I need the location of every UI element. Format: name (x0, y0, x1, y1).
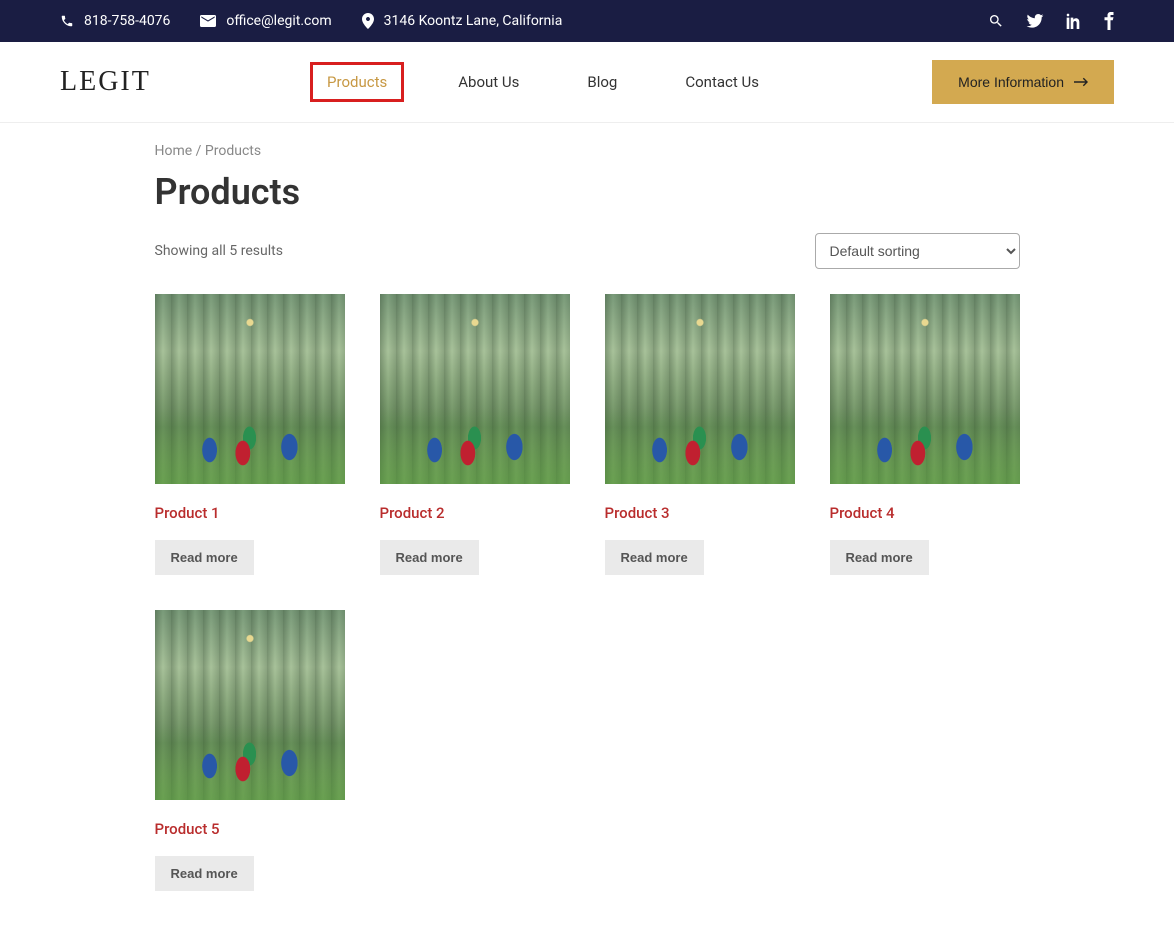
result-count: Showing all 5 results (155, 243, 283, 259)
product-image (830, 294, 1020, 484)
envelope-icon (200, 15, 216, 27)
arrow-right-icon (1074, 77, 1088, 87)
topbar-phone[interactable]: 818-758-4076 (60, 13, 170, 29)
product-image (155, 610, 345, 800)
read-more-button[interactable]: Read more (605, 540, 704, 575)
topbar: 818-758-4076 office@legit.com 3146 Koont… (0, 0, 1174, 42)
facebook-icon[interactable] (1104, 12, 1114, 30)
product-title: Product 3 (605, 504, 795, 522)
product-card[interactable]: Product 3 Read more (605, 294, 795, 575)
phone-text: 818-758-4076 (84, 13, 170, 29)
product-image (155, 294, 345, 484)
breadcrumb-sep: / (192, 143, 205, 159)
read-more-button[interactable]: Read more (380, 540, 479, 575)
breadcrumb-home[interactable]: Home (155, 143, 193, 159)
nav-links: Products About Us Blog Contact Us (310, 62, 773, 102)
breadcrumb-current: Products (205, 143, 261, 159)
read-more-button[interactable]: Read more (830, 540, 929, 575)
product-image (605, 294, 795, 484)
read-more-button[interactable]: Read more (155, 856, 254, 891)
cta-label: More Information (958, 74, 1064, 90)
product-title: Product 5 (155, 820, 345, 838)
topbar-contact: 818-758-4076 office@legit.com 3146 Koont… (60, 13, 562, 29)
phone-icon (60, 14, 74, 28)
nav-link-about[interactable]: About Us (444, 65, 533, 99)
nav-link-products[interactable]: Products (310, 62, 404, 102)
topbar-address[interactable]: 3146 Koontz Lane, California (362, 13, 563, 29)
product-title: Product 1 (155, 504, 345, 522)
main-content: Home / Products Products Showing all 5 r… (155, 123, 1020, 931)
products-toolbar: Showing all 5 results Default sorting (155, 233, 1020, 269)
topbar-email[interactable]: office@legit.com (200, 13, 331, 29)
product-card[interactable]: Product 2 Read more (380, 294, 570, 575)
more-info-button[interactable]: More Information (932, 60, 1114, 104)
page-title: Products (155, 171, 1020, 213)
search-icon[interactable] (988, 13, 1004, 29)
linkedin-icon[interactable] (1066, 13, 1082, 29)
sort-select[interactable]: Default sorting (815, 233, 1020, 269)
topbar-social (988, 12, 1114, 30)
twitter-icon[interactable] (1026, 14, 1044, 28)
product-card[interactable]: Product 5 Read more (155, 610, 345, 891)
nav-link-contact[interactable]: Contact Us (671, 65, 773, 99)
product-title: Product 4 (830, 504, 1020, 522)
address-text: 3146 Koontz Lane, California (384, 13, 563, 29)
map-marker-icon (362, 13, 374, 29)
logo[interactable]: LEGIT (60, 66, 151, 98)
product-title: Product 2 (380, 504, 570, 522)
breadcrumb: Home / Products (155, 143, 1020, 159)
email-text: office@legit.com (226, 13, 331, 29)
navbar: LEGIT Products About Us Blog Contact Us … (0, 42, 1174, 123)
product-image (380, 294, 570, 484)
product-grid: Product 1 Read more Product 2 Read more … (155, 294, 1020, 891)
nav-link-blog[interactable]: Blog (573, 65, 631, 99)
product-card[interactable]: Product 1 Read more (155, 294, 345, 575)
read-more-button[interactable]: Read more (155, 540, 254, 575)
product-card[interactable]: Product 4 Read more (830, 294, 1020, 575)
